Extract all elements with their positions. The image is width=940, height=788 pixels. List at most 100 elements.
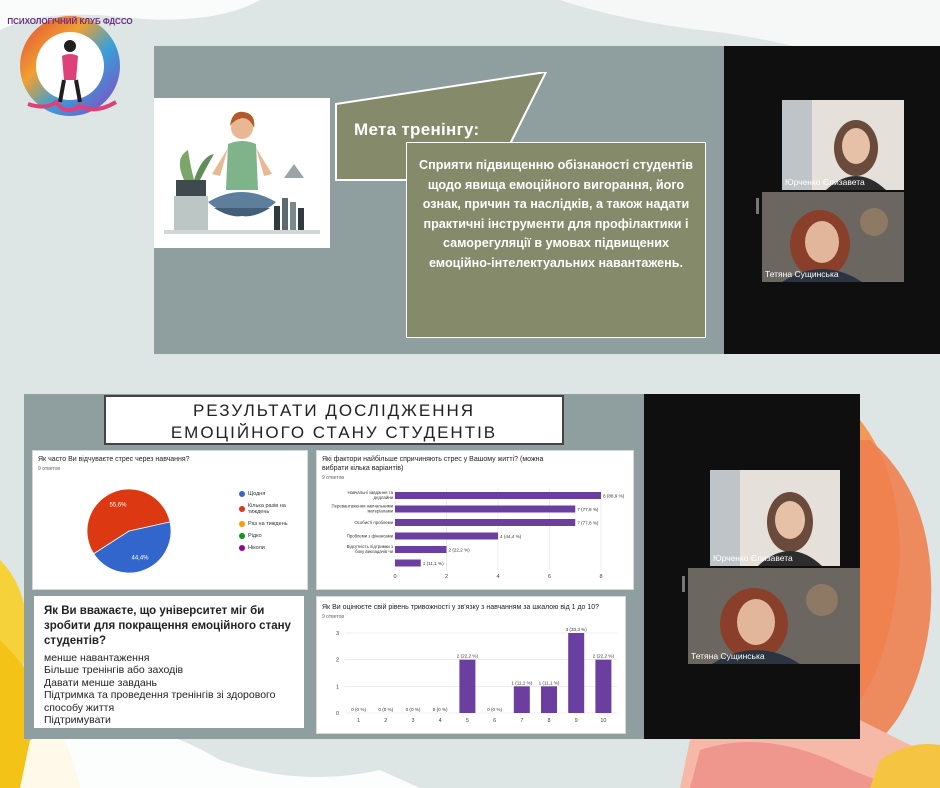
column: [568, 633, 585, 713]
col-question: Як Ви оцінюєте свій рівень тривожності у…: [322, 604, 600, 611]
column-value-label: 0 (0 %): [406, 707, 421, 712]
x-tick-label: 10: [600, 718, 606, 724]
y-tick-label: 1: [336, 684, 339, 690]
bar-value-label: 1 (11,1 %): [423, 561, 444, 566]
y-tick-label: 3: [336, 631, 339, 637]
research-results-slide: РЕЗУЛЬТАТИ ДОСЛІДЖЕННЯ ЕМОЦІЙНОГО СТАНУ …: [24, 394, 644, 739]
answer-item: Давати менше завдань: [44, 676, 157, 689]
video-tile-sushchynska[interactable]: Тетяна Сущинська: [762, 192, 904, 282]
pie-chart: 44,4% 55,6%: [86, 488, 172, 574]
x-tick-label: 2: [445, 574, 448, 580]
x-tick-label: 9: [575, 718, 578, 724]
bar: [395, 559, 421, 567]
bar: [395, 492, 601, 499]
column: [595, 659, 612, 713]
participant-name: Тетяна Сущинська: [765, 269, 839, 279]
bar-value-label: 7 (77,8 %): [577, 521, 599, 526]
goal-title: Мета тренінгу:: [354, 120, 480, 139]
open-question-answers: менше навантаження Більше тренінгів або …: [44, 652, 300, 726]
participant-video-icon: [710, 470, 840, 566]
bar-value-label: 2 (22,2 %): [449, 548, 471, 553]
legend-item: Рідко: [239, 533, 307, 539]
x-tick-label: 6: [548, 574, 551, 580]
column-value-label: 1 (11,1 %): [511, 680, 532, 685]
legend-dot-icon: [239, 533, 245, 539]
bar: [395, 546, 447, 553]
legend-item: Кілька разів на тиждень: [239, 503, 307, 515]
column: [459, 659, 476, 713]
x-tick-label: 4: [496, 574, 499, 580]
legend-dot-icon: [239, 521, 245, 527]
column-value-label: 1 (11,1 %): [539, 680, 560, 685]
legend-label: Раз на тиждень: [248, 521, 288, 527]
bar-value-label: 8 (88,9 %): [603, 494, 625, 499]
video-tile-sushchynska[interactable]: Тетяна Сущинська: [688, 568, 860, 664]
answer-item: Підтримувати: [44, 714, 111, 727]
column-value-label: 2 (22,2 %): [457, 654, 479, 659]
column-value-label: 0 (0 %): [487, 707, 502, 712]
legend-label: Рідко: [248, 533, 262, 539]
video-tile-yurchenko[interactable]: Юрченко Єлизавета: [710, 470, 840, 566]
video-tile-yurchenko[interactable]: Юрченко Єлизавета: [782, 100, 904, 190]
x-tick-label: 5: [466, 718, 469, 724]
results-title-line1: РЕЗУЛЬТАТИ ДОСЛІДЖЕННЯ: [192, 401, 476, 420]
panel-resize-handle[interactable]: [756, 198, 759, 214]
stress-factors-chart: 0 2 4 6 88 (88,9 %)Навчальні завдання тадедл…: [332, 489, 625, 580]
y-category-label: дедлайни: [374, 495, 394, 500]
open-question-card: Як Ви вважаєте, що університет міг би зр…: [34, 596, 304, 728]
legend-item: Ніколи: [239, 545, 307, 551]
legend-dot-icon: [239, 506, 245, 512]
goal-text-box: Сприяти підвищенню обізнаності студентів…: [406, 142, 706, 338]
x-tick-label: 2: [384, 718, 387, 724]
legend-item: Раз на тиждень: [239, 521, 307, 527]
answer-item: Підтримка та проведення тренінгів зі здо…: [44, 689, 276, 714]
legend-dot-icon: [239, 545, 245, 551]
x-tick-label: 7: [520, 718, 523, 724]
x-tick-label: 0: [393, 574, 396, 580]
meditation-illustration: [154, 98, 330, 248]
y-tick-label: 2: [336, 658, 339, 664]
participant-video-icon: [688, 568, 860, 664]
logo-text: ПСИХОЛОГІЧНИЙ КЛУБ ФДССО: [7, 17, 132, 26]
y-category-label: боку викладачів чи: [355, 549, 393, 554]
participant-name: Юрченко Єлизавета: [785, 177, 865, 187]
y-category-label: Особисті проблеми: [354, 520, 393, 525]
results-title: РЕЗУЛЬТАТИ ДОСЛІДЖЕННЯ ЕМОЦІЙНОГО СТАНУ …: [104, 395, 564, 445]
x-tick-label: 8: [547, 718, 550, 724]
col-responses: 9 ответов: [322, 614, 345, 620]
column-value-label: 2 (22,2 %): [593, 654, 615, 659]
x-tick-label: 6: [493, 718, 496, 724]
y-category-label: матеріалами: [367, 509, 393, 514]
x-tick-label: 8: [599, 574, 602, 580]
y-category-label: Проблеми з фінансами: [347, 534, 394, 539]
pie-responses: 9 ответов: [38, 466, 61, 472]
pie-question: Як часто Ви відчуваєте стрес через навча…: [38, 456, 190, 463]
bar: [395, 532, 498, 540]
pie-slice-label: 44,4%: [132, 555, 150, 561]
column-value-label: 0 (0 %): [433, 707, 448, 712]
pie-chart-card: Як часто Ви відчуваєте стрес через навча…: [32, 450, 308, 590]
column-value-label: 0 (0 %): [378, 707, 393, 712]
bar-value-label: 7 (77,8 %): [577, 507, 599, 512]
anxiety-scale-card: Як Ви оцінюєте свій рівень тривожності у…: [316, 596, 626, 734]
stress-factors-card: Які фактори найбільше спричиняють стрес …: [316, 450, 634, 590]
x-tick-label: 4: [439, 718, 442, 724]
column-value-label: 0 (0 %): [351, 707, 366, 712]
answer-item: Більше тренінгів або заходів: [44, 664, 184, 677]
legend-label: Щодня: [248, 491, 266, 497]
panel-resize-handle[interactable]: [682, 576, 685, 592]
training-goal-slide: Мета тренінгу: Сприяти підвищенню обізна…: [154, 46, 724, 354]
open-question-title: Як Ви вважаєте, що університет міг би зр…: [44, 605, 291, 647]
column: [541, 686, 557, 713]
column-value-label: 3 (33,3 %): [566, 627, 588, 632]
legend-dot-icon: [239, 491, 245, 497]
pie-slice-label: 55,6%: [109, 503, 127, 509]
x-tick-label: 1: [357, 718, 360, 724]
video-call-panel-top: Юрченко Єлизавета Тетяна Сущинська: [724, 46, 940, 354]
column: [513, 686, 530, 713]
pie-legend: Щодня Кілька разів на тиждень Раз на тижде…: [239, 491, 307, 557]
bar: [395, 505, 576, 513]
bar-question: Які фактори найбільше спричиняють стрес …: [322, 456, 544, 472]
club-logo: ПСИХОЛОГІЧНИЙ КЛУБ ФДССО: [6, 6, 138, 126]
anxiety-scale-chart: 0 1 2 3 0 (0 %) 1 0 (0 %) 2 0 (0 %) 3 0 (0 %) 4 2 (2…: [336, 627, 617, 724]
